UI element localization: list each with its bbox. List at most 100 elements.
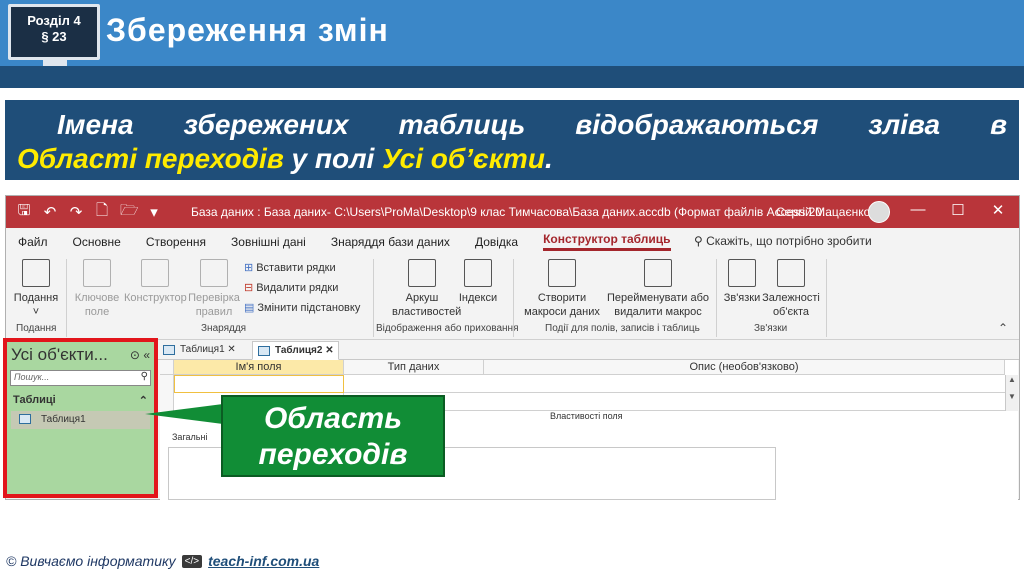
banner-word: в xyxy=(990,109,1007,140)
relationships-icon xyxy=(728,259,756,287)
tab-file[interactable]: Файл xyxy=(18,235,48,249)
tab-general[interactable]: Загальні xyxy=(172,432,207,442)
create-macros-button[interactable]: Створити макроси даних xyxy=(518,259,606,319)
redo-icon[interactable]: ↷ xyxy=(68,203,84,221)
undo-icon[interactable]: ↶ xyxy=(42,203,58,221)
tell-me-box[interactable]: ⚲ Скажіть, що потрібно зробити xyxy=(694,234,872,248)
nav-category-tables[interactable]: Таблиці ⌃ xyxy=(7,388,154,409)
tab-table1[interactable]: Таблиця1 ✕ xyxy=(158,341,240,360)
scroll-down-icon[interactable]: ▼ xyxy=(1006,392,1018,401)
user-name[interactable]: Сергій Мацаєнко xyxy=(776,205,870,219)
close-icon[interactable]: ✕ xyxy=(989,201,1007,219)
dependencies-icon xyxy=(777,259,805,287)
tab-create[interactable]: Створення xyxy=(146,235,206,249)
tab-home[interactable]: Основне xyxy=(73,235,121,249)
tab-table2[interactable]: Таблиця2 ✕ xyxy=(252,341,339,360)
builder-button[interactable]: Конструктор xyxy=(124,259,187,305)
group-tools: Знаряддя xyxy=(201,323,247,334)
view-button[interactable]: Подання ˅ xyxy=(10,259,62,319)
tab-label: Таблиця2 xyxy=(275,345,323,356)
banner-word: відображаються xyxy=(575,109,819,140)
callout-line-2: переходів xyxy=(258,438,408,471)
chevron-down-icon[interactable]: ⊙ xyxy=(130,348,140,362)
maximize-icon[interactable]: ☐ xyxy=(949,201,967,219)
close-icon[interactable]: ✕ xyxy=(227,344,235,355)
field-name-cell[interactable] xyxy=(174,375,344,393)
slide-title: Збереження змін xyxy=(106,12,389,48)
divider xyxy=(66,259,67,337)
dependencies-label: Залежності об'єкта xyxy=(762,292,820,318)
create-macros-label: Створити макроси даних xyxy=(524,292,600,318)
delete-rows-icon: ⊟ xyxy=(244,282,254,294)
modify-lookups-label: Змінити підстановку xyxy=(257,302,361,314)
collapse-ribbon-icon[interactable]: ⌃ xyxy=(998,321,1008,335)
banner-line-1: Імена збережених таблиць відображаються … xyxy=(17,108,1007,142)
relationships-button[interactable]: Зв'язки xyxy=(722,259,762,305)
avatar[interactable] xyxy=(868,201,890,223)
rename-macro-button[interactable]: Перейменувати або видалити макрос xyxy=(606,259,710,319)
monitor-icon: Розділ 4 § 23 xyxy=(8,4,100,60)
close-icon[interactable]: ✕ xyxy=(325,345,333,356)
insert-rows-label: Вставити рядки xyxy=(256,262,336,274)
group-views: Подання xyxy=(16,323,57,334)
navigation-pane: Усі об'єкти... ⊙ « Пошук... ⚲ Таблиці ⌃ … xyxy=(3,338,158,498)
divider xyxy=(373,259,374,337)
document-tabs: Таблиця1 ✕ Таблиця2 ✕ xyxy=(158,340,1019,360)
delete-rows-label: Видалити рядки xyxy=(256,282,339,294)
nav-controls: ⊙ « xyxy=(130,348,150,362)
table-icon xyxy=(258,346,270,356)
tab-database-tools[interactable]: Знаряддя бази даних xyxy=(331,235,450,249)
table-icon xyxy=(19,414,31,424)
delete-rows-button[interactable]: ⊟ Видалити рядки xyxy=(244,281,338,294)
banner-end: . xyxy=(544,143,553,174)
list-item[interactable]: Таблиця1 xyxy=(11,411,150,429)
tab-help[interactable]: Довідка xyxy=(475,235,518,249)
dependencies-button[interactable]: Залежності об'єкта xyxy=(762,259,820,319)
grid-corner xyxy=(160,360,174,375)
new-file-icon[interactable]: 🗋 xyxy=(94,200,110,225)
modify-lookups-button[interactable]: ▤ Змінити підстановку xyxy=(244,301,360,314)
row-selector[interactable] xyxy=(160,375,174,393)
banner: Імена збережених таблиць відображаються … xyxy=(5,100,1019,180)
minimize-icon[interactable]: — xyxy=(909,201,927,219)
banner-word: зліва xyxy=(868,109,941,140)
customize-toolbar-icon[interactable]: ▾ xyxy=(146,203,162,221)
tab-table-design[interactable]: Конструктор таблиць xyxy=(543,232,671,251)
tab-external-data[interactable]: Зовнішні дані xyxy=(231,235,306,249)
group-show-hide: Відображення або приховання xyxy=(376,323,519,334)
paragraph-label: § 23 xyxy=(41,29,67,44)
highlight-nav-pane: Області переходів xyxy=(17,143,284,174)
tab-label: Таблиця1 xyxy=(180,344,225,355)
table-row[interactable] xyxy=(160,375,1005,393)
test-rules-button[interactable]: Перевірка правил xyxy=(186,259,242,319)
indexes-button[interactable]: Індекси xyxy=(456,259,500,305)
primary-key-button[interactable]: Ключове поле xyxy=(72,259,122,319)
open-folder-icon[interactable]: 🗁 xyxy=(120,200,139,225)
divider xyxy=(826,259,827,337)
indexes-label: Індекси xyxy=(458,292,498,304)
property-sheet-button[interactable]: Аркуш властивостей xyxy=(392,259,461,319)
collapse-pane-icon[interactable]: « xyxy=(143,348,150,362)
search-icon[interactable]: ⚲ xyxy=(141,371,148,382)
banner-line-2: Області переходів у полі Усі об’єкти. xyxy=(17,142,1007,176)
group-events: Події для полів, записів і таблиць xyxy=(545,323,700,334)
footer-link[interactable]: teach-inf.com.ua xyxy=(208,553,319,569)
vertical-scrollbar[interactable]: ▲ ▼ xyxy=(1005,375,1018,411)
group-relationships: Зв'язки xyxy=(754,323,788,334)
section-label: Розділ 4 xyxy=(27,13,81,28)
table-icon xyxy=(163,345,175,355)
title-bar: 🖫 ↶ ↷ 🗋 🗁 ▾ База даних : База даних- C:\… xyxy=(6,196,1019,228)
nav-search-input[interactable]: Пошук... ⚲ xyxy=(10,370,151,386)
test-rules-label: Перевірка правил xyxy=(188,292,240,318)
highlight-all-objects: Усі об’єкти xyxy=(382,143,545,174)
lookup-icon: ▤ xyxy=(244,302,255,314)
key-icon xyxy=(83,259,111,287)
footer: © Вивчаємо інформатику </> teach-inf.com… xyxy=(6,553,319,569)
nav-header[interactable]: Усі об'єкти... ⊙ « xyxy=(7,342,154,368)
field-properties-label: Властивості поля xyxy=(550,411,623,421)
tell-me-text: Скажіть, що потрібно зробити xyxy=(706,234,872,248)
scroll-up-icon[interactable]: ▲ xyxy=(1006,375,1018,384)
insert-rows-button[interactable]: ⊞ Вставити рядки xyxy=(244,261,336,274)
validation-icon xyxy=(200,259,228,287)
save-icon[interactable]: 🖫 xyxy=(16,200,32,225)
